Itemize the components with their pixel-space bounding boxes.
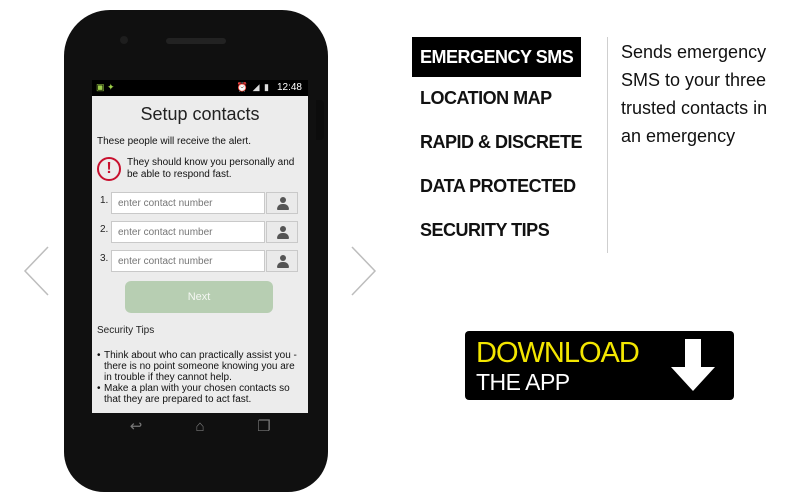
person-icon xyxy=(277,197,289,211)
contact-number-label: 3. xyxy=(100,253,109,264)
pick-contact-button-3[interactable] xyxy=(266,250,298,272)
status-time: 12:48 xyxy=(276,82,302,93)
person-icon xyxy=(277,226,289,240)
the-app-label: THE APP xyxy=(476,369,570,395)
download-app-button[interactable]: DOWNLOAD THE APP xyxy=(465,331,734,400)
back-icon[interactable]: ↩ xyxy=(124,419,148,435)
contact-number-label: 2. xyxy=(100,224,109,235)
home-icon[interactable]: ⌂ xyxy=(188,419,212,435)
carousel-next-button[interactable] xyxy=(348,245,378,297)
warning-text: They should know you personally and be a… xyxy=(127,157,295,180)
contact-input-1[interactable] xyxy=(111,192,265,214)
list-item: Make a plan with your chosen contacts so… xyxy=(97,383,305,405)
warning-icon: ! xyxy=(97,157,121,181)
phone-camera xyxy=(120,36,128,44)
chevron-left-icon xyxy=(23,246,49,296)
recent-apps-icon[interactable]: ❐ xyxy=(252,419,276,435)
intro-text: These people will receive the alert. xyxy=(97,136,251,147)
feature-emergency-sms[interactable]: EMERGENCY SMS xyxy=(412,37,582,77)
chevron-right-icon xyxy=(351,246,377,296)
security-tips-heading: Security Tips xyxy=(97,325,155,336)
arrow-down-icon xyxy=(671,339,715,391)
features-menu: EMERGENCY SMS LOCATION MAP RAPID & DISCR… xyxy=(412,37,584,263)
security-tips-list: Think about who can practically assist y… xyxy=(97,350,305,405)
feature-description: Sends emergency SMS to your three truste… xyxy=(621,42,768,146)
next-button[interactable]: Next xyxy=(125,281,273,313)
feature-data-protected[interactable]: DATA PROTECTED xyxy=(412,175,584,197)
feature-location-map[interactable]: LOCATION MAP xyxy=(412,87,560,109)
feature-security-tips[interactable]: SECURITY TIPS xyxy=(412,219,557,241)
contact-number-label: 1. xyxy=(100,195,109,206)
pick-contact-button-1[interactable] xyxy=(266,192,298,214)
carousel-prev-button[interactable] xyxy=(22,245,52,297)
phone-screen: ▣ ✦ ⏰ ◢ ▮ 12:48 Setup contacts These peo… xyxy=(92,80,308,413)
pick-contact-button-2[interactable] xyxy=(266,221,298,243)
person-icon xyxy=(277,255,289,269)
list-item: Think about who can practically assist y… xyxy=(97,350,305,383)
download-label: DOWNLOAD xyxy=(476,337,640,369)
phone-speaker xyxy=(166,38,226,44)
phone-side-button xyxy=(316,100,324,140)
contact-input-2[interactable] xyxy=(111,221,265,243)
divider xyxy=(607,37,608,253)
signal-battery-icons: ⏰ ◢ ▮ xyxy=(236,82,270,92)
screen-title: Setup contacts xyxy=(140,104,260,124)
notification-icons: ▣ ✦ xyxy=(96,82,115,92)
android-nav-bar: ↩ ⌂ ❐ xyxy=(92,413,308,443)
status-bar: ▣ ✦ ⏰ ◢ ▮ 12:48 xyxy=(92,80,308,96)
contact-input-3[interactable] xyxy=(111,250,265,272)
feature-rapid-discrete[interactable]: RAPID & DISCRETE xyxy=(412,131,590,153)
